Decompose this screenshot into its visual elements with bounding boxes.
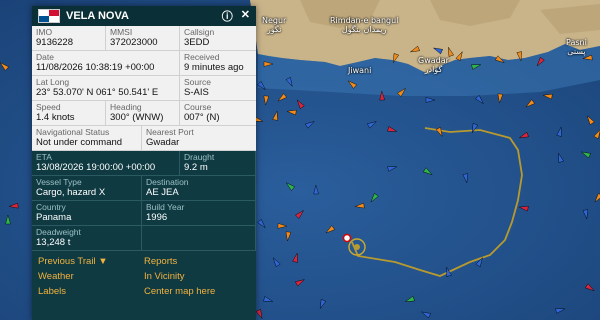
vessel-details-dark: ETA 13/08/2026 19:00:00 +00:00 Draught 9… — [32, 151, 256, 251]
callsign-cell: Callsign 3EDD — [180, 26, 256, 51]
imo-cell: IMO 9136228 — [32, 26, 106, 51]
latlong-cell: Lat Long 23° 53.070' N 061° 50.541' E — [32, 76, 180, 101]
destination-value: AE JEA — [146, 187, 179, 198]
place-rimdan: Rimdan-e bangul ریمدان بنگول — [330, 16, 399, 34]
imo-value: 9136228 — [36, 37, 73, 48]
selected-vessel[interactable] — [354, 244, 360, 250]
eta-label: ETA — [36, 152, 52, 162]
heading-value: 300° (WNW) — [110, 112, 164, 123]
filter-icon[interactable]: ▼ — [98, 256, 107, 267]
deadweight-cell: Deadweight 13,248 t — [32, 226, 142, 251]
source-cell: Source S-AIS — [180, 76, 256, 101]
date-cell: Date 11/08/2026 10:38:19 +00:00 — [32, 51, 180, 76]
latlong-value: 23° 53.070' N 061° 50.541' E — [36, 87, 159, 98]
deadweight-value: 13,248 t — [36, 237, 71, 248]
heading-cell: Heading 300° (WNW) — [106, 101, 180, 126]
vessel-name: VELA NOVA — [66, 10, 129, 22]
source-value: S-AIS — [184, 87, 209, 98]
nearestport-cell: Nearest Port Gwadar — [142, 126, 256, 151]
place-negur: Negur نگور — [262, 16, 287, 34]
nearestport-label: Nearest Port — [146, 127, 194, 137]
place-pasni: Pasni پسنی — [566, 38, 587, 56]
vessel-details-light: IMO 9136228 MMSI 372023000 Callsign 3EDD… — [32, 26, 256, 151]
destination-cell: Destination AE JEA — [142, 176, 256, 201]
course-cell: Course 007° (N) — [180, 101, 256, 126]
course-value: 007° (N) — [184, 112, 220, 123]
source-label: Source — [184, 77, 211, 87]
vesseltype-value: Cargo, hazard X — [36, 187, 106, 198]
country-cell: Country Panama — [32, 201, 142, 226]
received-value: 9 minutes ago — [184, 62, 244, 73]
weather-link[interactable]: Weather — [38, 269, 144, 284]
draught-cell: Draught 9.2 m — [180, 151, 256, 176]
course-label: Course — [184, 102, 212, 112]
empty-cell — [142, 226, 256, 251]
nearestport-value: Gwadar — [146, 137, 180, 148]
callsign-value: 3EDD — [184, 37, 210, 48]
panel-links: Previous Trail ▼ Weather Labels Reports … — [32, 251, 256, 299]
close-icon[interactable]: ✕ — [241, 8, 250, 24]
previous-trail-label: Previous Trail — [38, 256, 96, 267]
place-jiwani: Jiwani — [348, 66, 372, 75]
info-icon[interactable]: ⓘ — [222, 8, 233, 24]
eta-value: 13/08/2026 19:00:00 +00:00 — [36, 162, 156, 173]
destination-label: Destination — [146, 177, 189, 187]
vesseltype-label: Vessel Type — [36, 177, 82, 187]
place-gwadar: Gwadar گوادر — [418, 56, 449, 74]
vessel-info-panel: VELA NOVA ⓘ ✕ IMO 9136228 MMSI 372023000… — [32, 6, 256, 320]
vesseltype-cell: Vessel Type Cargo, hazard X — [32, 176, 142, 201]
date-value: 11/08/2026 10:38:19 +00:00 — [36, 62, 155, 73]
center-map-link[interactable]: Center map here — [144, 284, 250, 299]
speed-value: 1.4 knots — [36, 112, 75, 123]
panel-header: VELA NOVA ⓘ ✕ — [32, 6, 256, 26]
buildyear-cell: Build Year 1996 — [142, 201, 256, 226]
buildyear-value: 1996 — [146, 212, 168, 223]
reports-link[interactable]: Reports — [144, 254, 250, 269]
draught-label: Draught — [184, 152, 215, 162]
mmsi-cell: MMSI 372023000 — [106, 26, 180, 51]
speed-cell: Speed 1.4 knots — [32, 101, 106, 126]
date-label: Date — [36, 52, 54, 62]
deadweight-label: Deadweight — [36, 227, 81, 237]
navstatus-value: Not under command — [36, 137, 123, 148]
country-value: Panama — [36, 212, 72, 223]
eta-cell: ETA 13/08/2026 19:00:00 +00:00 — [32, 151, 180, 176]
trail-end-marker — [342, 233, 352, 243]
buildyear-label: Build Year — [146, 202, 185, 212]
draught-value: 9.2 m — [184, 162, 208, 173]
navstatus-cell: Navigational Status Not under command — [32, 126, 142, 151]
heading-label: Heading — [110, 102, 142, 112]
country-label: Country — [36, 202, 66, 212]
in-vicinity-link[interactable]: In Vicinity — [144, 269, 250, 284]
imo-label: IMO — [36, 27, 53, 37]
panama-flag-icon — [38, 9, 60, 23]
mmsi-label: MMSI — [110, 27, 133, 37]
speed-label: Speed — [36, 102, 61, 112]
navstatus-label: Navigational Status — [36, 127, 110, 137]
received-cell: Received 9 minutes ago — [180, 51, 256, 76]
received-label: Received — [184, 52, 220, 62]
previous-trail-link[interactable]: Previous Trail ▼ — [38, 254, 144, 269]
callsign-label: Callsign — [184, 27, 215, 37]
labels-link[interactable]: Labels — [38, 284, 144, 299]
latlong-label: Lat Long — [36, 77, 70, 87]
mmsi-value: 372023000 — [110, 37, 158, 48]
